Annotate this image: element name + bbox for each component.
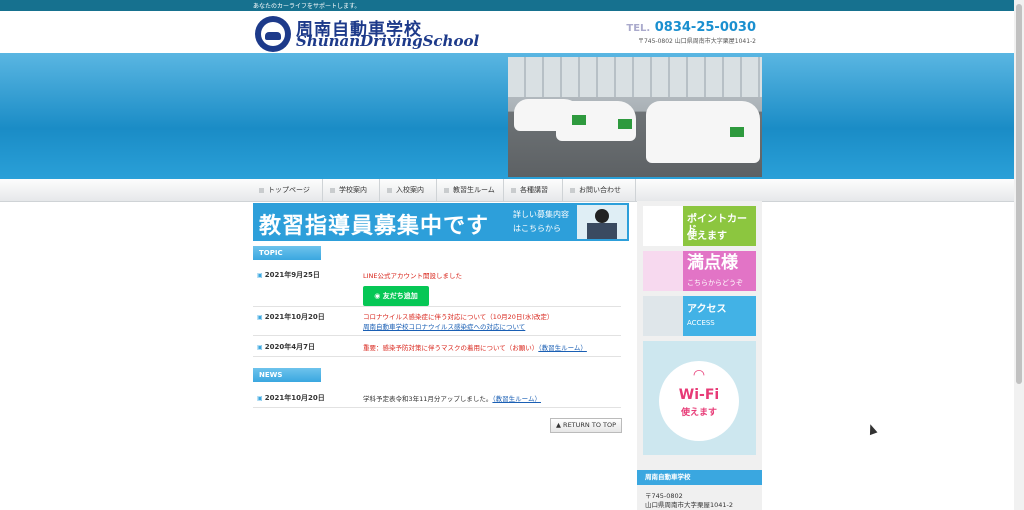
instructor-photo bbox=[577, 205, 627, 239]
nav-item-top[interactable]: トップページ bbox=[253, 179, 323, 201]
mascot-icon bbox=[643, 251, 683, 291]
topic-text-main: 重要：感染予防対策に伴うマスクの着用について（お願い） bbox=[363, 344, 539, 352]
return-to-top-button[interactable]: ▲ RETURN TO TOP bbox=[550, 418, 622, 433]
hero-banner bbox=[0, 53, 1014, 179]
recruit-text: 詳しい募集内容 はこちらから bbox=[513, 208, 569, 236]
school-info-box: 〒745-0802 山口県周南市大字栗屋1041-2 bbox=[637, 485, 762, 510]
site-header: 周南自動車学校 ShunanDrivingSchool TEL. 0834-25… bbox=[0, 11, 1014, 53]
nav-item-admission[interactable]: 入校案内 bbox=[381, 179, 437, 201]
brand-name-en[interactable]: ShunanDrivingSchool bbox=[296, 32, 479, 50]
line-add-friend-button[interactable]: ◉ 友だち追加 bbox=[363, 286, 429, 306]
hero-photo bbox=[508, 57, 762, 177]
header-address: 〒745-0802 山口県周南市大字栗屋1041-2 bbox=[637, 38, 756, 45]
topic-text: 重要：感染予防対策に伴うマスクの着用について（お願い）（教習生ルーム） bbox=[363, 342, 587, 352]
line-icon: ◉ bbox=[374, 292, 383, 300]
topic-date: 2021年10月20日 bbox=[257, 312, 325, 322]
manten-ad[interactable]: 満点様 こちらからどうぞ bbox=[643, 251, 756, 291]
tel-label: TEL. bbox=[626, 23, 651, 34]
topic-link[interactable]: （教習生ルーム） bbox=[538, 344, 587, 352]
topic-text: コロナウイルス感染症に伴う対応について（10月20日(水)改定） bbox=[363, 313, 554, 321]
topic-row: 2021年9月25日 LINE公式アカウント開設しました ◉ 友だち追加 bbox=[253, 268, 621, 307]
topic-date: 2020年4月7日 bbox=[257, 342, 315, 352]
nav-item-contact[interactable]: お問い合わせ bbox=[564, 179, 636, 201]
access-ad[interactable]: アクセス ACCESS bbox=[643, 296, 756, 336]
topic-text: LINE公式アカウント開設しました bbox=[363, 272, 463, 280]
point-card-ad[interactable]: ポイントカード 使えます bbox=[643, 206, 756, 246]
wifi-icon: ◠ bbox=[692, 367, 706, 383]
topic-heading: TOPIC bbox=[253, 246, 321, 260]
school-logo-icon[interactable] bbox=[255, 16, 291, 52]
tagline: あなたのカーライフをサポートします。 bbox=[253, 3, 361, 10]
recruit-title: 教習指導員募集中です bbox=[259, 214, 490, 239]
arrow-up-icon: ▲ bbox=[555, 421, 564, 429]
store-logo-icon bbox=[643, 206, 683, 246]
access-sub: ACCESS bbox=[687, 319, 715, 327]
nav-item-courses[interactable]: 各種講習 bbox=[505, 179, 563, 201]
news-text-main: 学科予定表令和3年11月分アップしました。 bbox=[363, 395, 493, 403]
recruit-banner[interactable]: 教習指導員募集中です 詳しい募集内容 はこちらから bbox=[253, 203, 629, 241]
wifi-sub: 使えます bbox=[680, 408, 717, 418]
mouse-cursor-icon bbox=[866, 422, 878, 436]
return-to-top-label: RETURN TO TOP bbox=[563, 421, 617, 429]
wifi-badge: ◠ Wi-Fi 使えます bbox=[659, 361, 739, 441]
topic-row: 2020年4月7日 重要：感染予防対策に伴うマスクの着用について（お願い）（教習… bbox=[253, 340, 621, 357]
recruit-line2: はこちらから bbox=[513, 224, 561, 233]
nav-item-student-room[interactable]: 教習生ルーム bbox=[438, 179, 504, 201]
line-button-label: 友だち追加 bbox=[382, 292, 418, 300]
point-card-sub: 使えます bbox=[687, 231, 727, 242]
news-date: 2021年10月20日 bbox=[257, 393, 325, 403]
recruit-line1: 詳しい募集内容 bbox=[513, 210, 569, 219]
map-icon bbox=[643, 296, 683, 336]
topic-date: 2021年9月25日 bbox=[257, 270, 320, 280]
manten-sub: こちらからどうぞ bbox=[687, 279, 743, 287]
wifi-ad[interactable]: ◠ Wi-Fi 使えます bbox=[643, 341, 756, 455]
school-info-heading: 周南自動車学校 bbox=[637, 470, 762, 485]
news-heading: NEWS bbox=[253, 368, 321, 382]
wifi-title: Wi-Fi bbox=[678, 387, 720, 403]
news-text: 学科予定表令和3年11月分アップしました。（教習生ルーム） bbox=[363, 393, 541, 403]
school-address: 山口県周南市大字栗屋1041-2 bbox=[645, 501, 734, 509]
topic-row: 2021年10月20日 コロナウイルス感染症に伴う対応について（10月20日(水… bbox=[253, 309, 621, 336]
news-row: 2021年10月20日 学科予定表令和3年11月分アップしました。（教習生ルーム… bbox=[253, 391, 621, 408]
tel-number: 0834-25-0030 bbox=[654, 20, 756, 35]
manten-title: 満点様 bbox=[687, 253, 738, 273]
main-nav: トップページ 学校案内 入校案内 教習生ルーム 各種講習 お問い合わせ bbox=[0, 179, 1014, 202]
nav-item-about[interactable]: 学校案内 bbox=[324, 179, 380, 201]
scrollbar-thumb[interactable] bbox=[1016, 4, 1022, 384]
phone-number: TEL. 0834-25-0030 bbox=[626, 20, 756, 35]
page-scrollbar[interactable] bbox=[1014, 0, 1024, 510]
top-bar: あなたのカーライフをサポートします。 bbox=[0, 0, 1014, 11]
news-link[interactable]: （教習生ルーム） bbox=[492, 395, 541, 403]
topic-link[interactable]: 周南自動車学校コロナウイルス感染症への対応について bbox=[363, 321, 525, 331]
access-title: アクセス bbox=[687, 304, 727, 315]
